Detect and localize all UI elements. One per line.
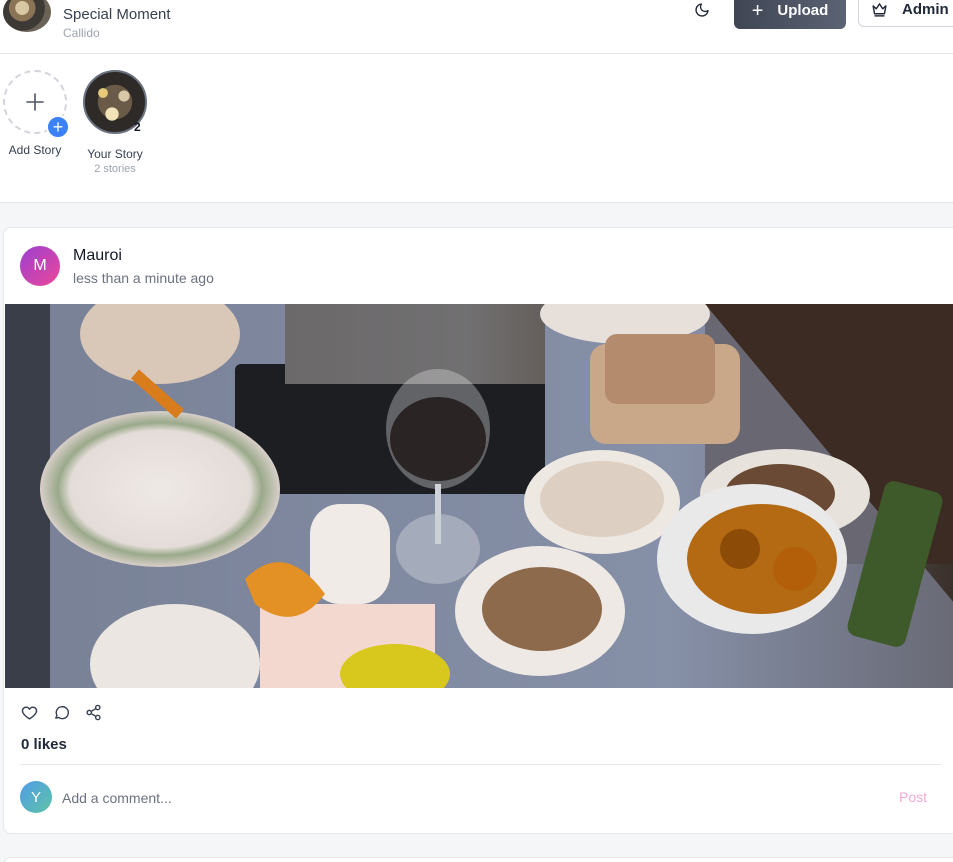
- theme-toggle-button[interactable]: [690, 0, 714, 22]
- post-comment-button[interactable]: Post: [899, 789, 927, 805]
- share-icon: [85, 704, 101, 720]
- upload-label: Upload: [777, 2, 829, 19]
- post-actions: [20, 703, 102, 721]
- story-count-badge: 2: [134, 120, 141, 134]
- heart-icon: [21, 705, 37, 720]
- album-avatar: [3, 0, 51, 32]
- comment-icon: [54, 705, 69, 719]
- add-badge-plus-icon: +: [46, 115, 70, 139]
- admin-label: Admin: [902, 1, 949, 18]
- upload-button[interactable]: + Upload: [734, 0, 846, 29]
- album-title: Special Moment: [63, 6, 171, 23]
- author-avatar[interactable]: M: [20, 246, 60, 286]
- comment-input[interactable]: [62, 785, 882, 811]
- author-name[interactable]: Mauroi: [73, 247, 122, 265]
- post-timestamp: less than a minute ago: [73, 270, 214, 286]
- likes-count: 0 likes: [21, 736, 67, 753]
- next-post-card: [3, 857, 953, 862]
- commenter-avatar: Y: [20, 781, 52, 813]
- your-story-label: Your Story: [87, 147, 143, 161]
- plus-icon: [26, 93, 44, 111]
- comment-divider: [20, 764, 941, 765]
- plus-icon: +: [751, 0, 764, 22]
- food-table-photo: [5, 304, 953, 688]
- share-button[interactable]: [84, 703, 102, 721]
- stories-bar: + Add Story 2 Your Story 2 stories: [0, 54, 953, 203]
- like-button[interactable]: [20, 703, 38, 721]
- top-header: Special Moment Callido + Upload Admin: [0, 0, 953, 54]
- crown-icon: [872, 3, 887, 17]
- post-photo[interactable]: [5, 304, 953, 688]
- post-card: M Mauroi less than a minute ago 0 likes …: [3, 227, 953, 834]
- add-story-label: Add Story: [8, 143, 62, 157]
- album-subtitle: Callido: [63, 26, 100, 40]
- your-story-count-text: 2 stories: [94, 163, 136, 175]
- moon-icon: [695, 3, 709, 17]
- comment-button[interactable]: [52, 703, 70, 721]
- admin-button[interactable]: Admin: [858, 0, 953, 27]
